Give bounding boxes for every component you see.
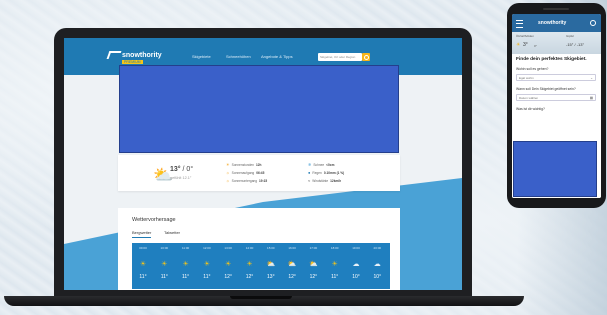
phone-speaker: [543, 8, 569, 10]
brand-tagline: PREMIUM: [122, 60, 143, 64]
phone-q3: Was ist dir wichtig?: [516, 107, 545, 111]
forecast-hour-time: 09:00: [139, 246, 147, 250]
search-button[interactable]: [362, 53, 370, 61]
wind-icon: ≈: [308, 178, 311, 183]
destination-select[interactable]: Egal wohin ⌄: [516, 74, 596, 81]
forecast-title: Wettervorhersage: [132, 217, 176, 223]
phone-temp-left: 3°: [523, 42, 528, 48]
temp-high: 13°: [170, 166, 181, 173]
forecast-hour-temp: 12°: [224, 274, 232, 280]
forecast-hour-time: 18:00: [330, 246, 339, 250]
sun-icon: ☀: [203, 261, 211, 268]
phone-heading: Finde dein perfektes Skigebiet.: [516, 57, 587, 62]
forecast-hour-time: 19:00: [352, 246, 360, 250]
sun-icon: ☀: [331, 261, 338, 268]
forecast-hour-time: 15:00: [267, 246, 275, 250]
cloud-sun-icon: ⛅: [309, 261, 318, 268]
forecast-hour-time: 10:00: [160, 246, 169, 250]
forecast-hour-temp: 10°: [352, 274, 360, 280]
forecast-hour-temp: 11°: [331, 274, 339, 280]
forecast-hour-time: 20:00: [373, 246, 382, 250]
search-icon[interactable]: [590, 20, 596, 26]
current-temperature: 13° / 0°: [170, 166, 193, 173]
stat-sun-hours: ☀ Sonnenstunden 12h: [226, 162, 262, 167]
phone-q2: Wann soll Dein Skigebiet geöffnet sein?: [516, 87, 576, 91]
forecast-hour-time: 14:00: [245, 246, 254, 250]
mountain-logo-icon: [106, 51, 122, 59]
phone-nav: snowthority: [512, 14, 601, 32]
summit-label: Gipfel: [566, 34, 574, 38]
sun-icon: ☀: [182, 261, 189, 268]
raindrop-icon: ●: [308, 170, 311, 175]
ad-banner[interactable]: [119, 65, 399, 153]
phone-search-panel: Finde dein perfektes Skigebiet. Wohin so…: [512, 54, 601, 198]
nav-link-schneehoehen[interactable]: Schneehöhen: [226, 54, 251, 59]
forecast-hour-temp: 12°: [245, 274, 254, 280]
sun-icon: ☀: [161, 261, 168, 268]
nav-link-angebote[interactable]: Angebote & Tipps: [261, 54, 293, 59]
phone-weather-bar: Ötztal/Sölden Gipfel ☀ 3° 0° -15° / -13°: [512, 32, 601, 54]
forecast-hour-temp: 10°: [373, 274, 382, 280]
brand-name: snowthority: [122, 51, 162, 59]
forecast-hour-temp: 11°: [181, 274, 190, 280]
tab-talwetter[interactable]: Talwetter: [164, 230, 180, 237]
laptop-notch: [230, 296, 292, 299]
cloud-icon: ☁: [373, 261, 381, 268]
phone-q1: Wohin soll es gehen?: [516, 67, 549, 71]
forecast-hour-time: 13:00: [224, 246, 232, 250]
phone-temp-left-sub: 0°: [534, 44, 537, 48]
stat-sunset: ☼ Sonnenuntergang 19:15: [226, 178, 268, 183]
sun-icon: ☀: [139, 261, 147, 268]
hourly-forecast-strip[interactable]: 09:00 ☀ 11° 10:00 ☀ 11° 11:00 ☀ 11° 12:00 ☀ 11° 13:0…: [132, 243, 390, 289]
cloud-icon: ☁: [352, 261, 360, 268]
forecast-card: Wettervorhersage Bergwetter Talwetter 09…: [118, 208, 400, 290]
forecast-hour-temp: 11°: [139, 274, 147, 280]
sun-icon: ☀: [225, 261, 232, 268]
sun-icon: ☀: [226, 162, 230, 167]
sun-icon: ☀: [246, 261, 253, 268]
calendar-icon: ▦: [589, 96, 593, 100]
forecast-hour-temp: 11°: [160, 274, 168, 280]
location-label: Ötztal/Sölden: [516, 34, 535, 38]
phone-screen: snowthority Ötztal/Sölden Gipfel ☀ 3° 0°…: [512, 14, 601, 198]
forecast-hour-time: 12:00: [203, 246, 211, 250]
stat-snow: ❄ Schnee <0cm: [308, 162, 335, 167]
tab-bergwetter[interactable]: Bergwetter: [132, 230, 152, 238]
forecast-hour-time: 17:00: [309, 246, 318, 250]
cloud-sun-icon: ⛅: [287, 261, 297, 268]
date-select[interactable]: Datum wählen ▦: [516, 94, 596, 101]
sun-icon: ☀: [516, 42, 521, 48]
sunrise-icon: ☼: [226, 170, 230, 175]
chevron-down-icon: ⌄: [590, 76, 593, 80]
forecast-hour-temp: 12°: [288, 274, 296, 280]
forecast-hour-time: 16:00: [288, 246, 296, 250]
snowflake-icon: ❄: [308, 162, 312, 167]
phone-brand-logo[interactable]: snowthority: [538, 20, 566, 26]
search-input[interactable]: Skigebiet, Ort oder Region: [318, 53, 362, 61]
brand-logo[interactable]: snowthority: [106, 51, 162, 59]
phone-ad-banner[interactable]: [513, 141, 597, 197]
feels-like: gefühlt 12.1°: [170, 176, 192, 180]
stat-rain: ● Regen 0.10mm (1 %): [308, 170, 345, 175]
laptop-screen: snowthority PREMIUM Skigebiete Schneehöh…: [64, 38, 462, 290]
forecast-hour-time: 11:00: [181, 246, 190, 250]
cloud-sun-icon: ⛅: [266, 261, 276, 268]
hamburger-menu-icon[interactable]: [516, 20, 523, 28]
temp-low: / 0°: [182, 166, 194, 173]
weather-summary-card: ⛅ 13° / 0° gefühlt 12.1° ☀ Sonnenstunden…: [118, 155, 400, 191]
nav-link-skigebiete[interactable]: Skigebiete: [192, 54, 211, 59]
sunset-icon: ☼: [226, 178, 230, 183]
forecast-hour-temp: 13°: [267, 274, 275, 280]
stat-wind: ≈ Windstärke 12km/h: [308, 178, 342, 183]
stat-sunrise: ☼ Sonnenaufgang 06:45: [226, 170, 265, 175]
forecast-hour-temp: 11°: [203, 274, 211, 280]
forecast-hour-temp: 12°: [309, 274, 318, 280]
phone-temp-right: -15° / -13°: [566, 42, 585, 47]
